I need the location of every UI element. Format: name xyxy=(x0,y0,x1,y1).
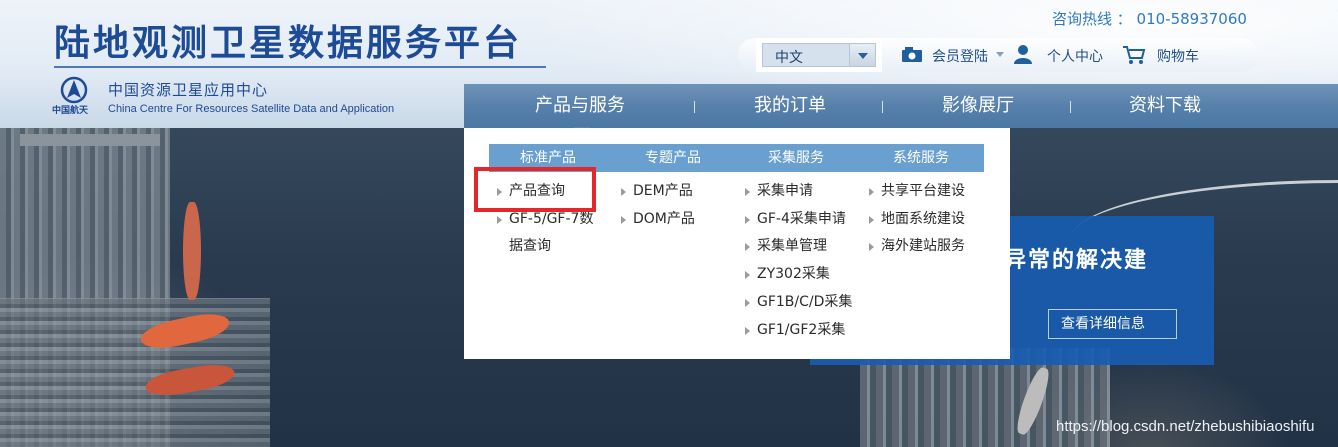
link-acquisition-request[interactable]: 采集申请 xyxy=(757,178,813,205)
nav-products-services[interactable]: 产品与服务 xyxy=(510,84,650,128)
bullet-arrow-icon xyxy=(869,243,874,251)
chevron-down-icon[interactable] xyxy=(849,44,875,66)
link-gf1bcd-acquisition[interactable]: GF1B/C/D采集 xyxy=(757,289,852,316)
language-select[interactable]: 中文 xyxy=(762,43,876,67)
dropdown-col-title-thematic[interactable]: 专题产品 xyxy=(645,144,701,172)
bullet-arrow-icon xyxy=(745,216,750,224)
link-acquisition-management[interactable]: 采集单管理 xyxy=(757,233,827,260)
bullet-arrow-icon xyxy=(745,188,750,196)
site-title[interactable]: 陆地观测卫星数据服务平台 xyxy=(54,14,522,66)
login-icon[interactable] xyxy=(901,47,923,63)
bullet-arrow-icon xyxy=(869,188,874,196)
person-icon[interactable] xyxy=(1013,44,1033,64)
bullet-arrow-icon xyxy=(745,327,750,335)
link-dem-product[interactable]: DEM产品 xyxy=(633,178,693,205)
nav-separator xyxy=(882,101,883,113)
bullet-arrow-icon xyxy=(621,188,626,196)
link-dom-product[interactable]: DOM产品 xyxy=(633,206,695,233)
logo-caption: 中国航天 xyxy=(52,106,89,116)
login-link[interactable]: 会员登陆 xyxy=(932,46,988,66)
bullet-arrow-icon xyxy=(745,299,750,307)
highlight-annotation-box xyxy=(474,167,596,212)
casc-emblem-icon xyxy=(60,76,88,104)
hotline: 咨询热线 ： 010-58937060 xyxy=(1052,10,1247,28)
bullet-arrow-icon xyxy=(497,216,502,224)
bullet-arrow-icon xyxy=(869,216,874,224)
link-zy302-acquisition[interactable]: ZY302采集 xyxy=(757,261,830,288)
nav-separator xyxy=(1070,101,1071,113)
dropdown-col-title-system[interactable]: 系统服务 xyxy=(893,144,949,172)
caret-down-icon[interactable] xyxy=(996,52,1004,57)
nav-separator xyxy=(694,101,695,113)
cart-link[interactable]: 购物车 xyxy=(1157,46,1199,66)
link-gf1-gf2-acquisition[interactable]: GF1/GF2采集 xyxy=(757,317,845,344)
nav-downloads[interactable]: 资料下载 xyxy=(1095,84,1235,128)
language-value: 中文 xyxy=(775,50,803,66)
cart-icon[interactable] xyxy=(1122,45,1146,65)
link-ground-system[interactable]: 地面系统建设 xyxy=(881,206,965,233)
promo-text: 异常的解决建 xyxy=(1004,248,1149,273)
personal-center-link[interactable]: 个人中心 xyxy=(1047,46,1103,66)
pier xyxy=(20,134,160,146)
nav-image-gallery[interactable]: 影像展厅 xyxy=(908,84,1048,128)
watermark: https://blog.csdn.net/zhebushibiaoshifu xyxy=(1056,418,1315,435)
link-shared-platform[interactable]: 共享平台建设 xyxy=(881,178,965,205)
org-name-en: China Centre For Resources Satellite Dat… xyxy=(108,103,395,115)
dropdown-col-title-acquisition[interactable]: 采集服务 xyxy=(768,144,824,172)
ship xyxy=(183,202,201,300)
link-gf5-gf7-query-cont[interactable]: 据查询 xyxy=(509,233,551,260)
title-underline xyxy=(54,66,546,68)
link-overseas-station[interactable]: 海外建站服务 xyxy=(881,233,965,260)
bullet-arrow-icon xyxy=(621,216,626,224)
bullet-arrow-icon xyxy=(745,271,750,279)
nav-my-orders[interactable]: 我的订单 xyxy=(720,84,860,128)
bullet-arrow-icon xyxy=(745,243,750,251)
org-name-cn: 中国资源卫星应用中心 xyxy=(108,81,269,99)
link-gf4-acquisition-request[interactable]: GF-4采集申请 xyxy=(757,206,846,233)
promo-details-button[interactable]: 查看详细信息 xyxy=(1048,309,1177,339)
